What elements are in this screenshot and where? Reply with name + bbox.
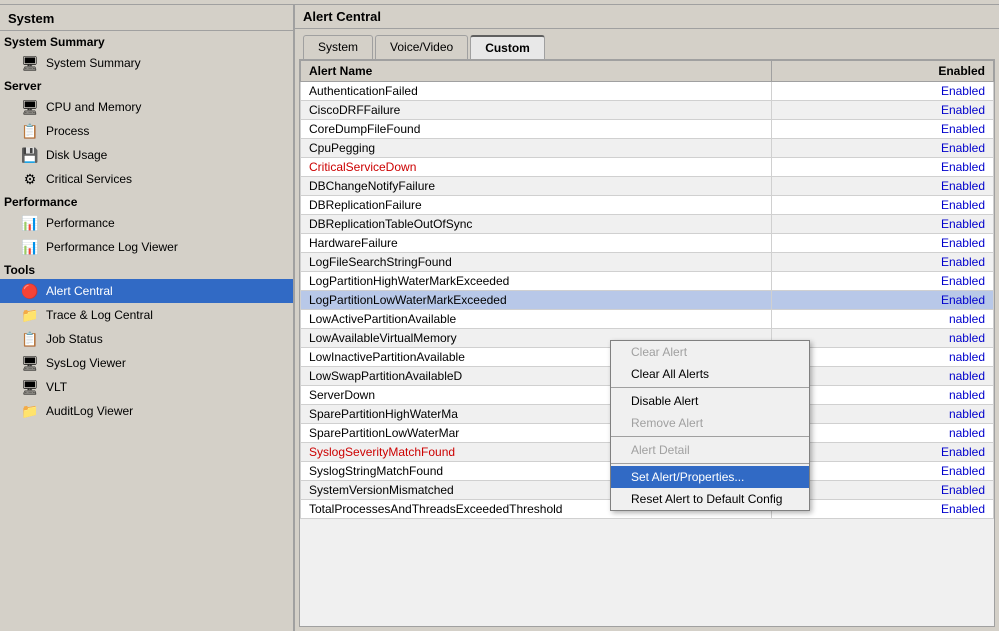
section-system-summary: System Summary [0, 31, 293, 51]
sidebar-item-disk-usage[interactable]: 💾 Disk Usage [0, 143, 293, 167]
tab-bar: System Voice/Video Custom [295, 29, 999, 59]
table-row-name: DBChangeNotifyFailure [301, 177, 772, 196]
context-menu-item-alert-detail: Alert Detail [611, 439, 809, 461]
table-row-name: LogFileSearchStringFound [301, 253, 772, 272]
process-icon: 📋 [20, 121, 40, 141]
tab-system[interactable]: System [303, 35, 373, 59]
table-row-name: CpuPegging [301, 139, 772, 158]
menu-separator [611, 463, 809, 464]
tab-custom[interactable]: Custom [470, 35, 545, 59]
sidebar-item-process[interactable]: 📋 Process [0, 119, 293, 143]
col-header-enabled: Enabled [772, 61, 994, 82]
sidebar-item-syslog[interactable]: 🖥 SysLog Viewer [0, 351, 293, 375]
section-tools: Tools [0, 259, 293, 279]
table-row-name: HardwareFailure [301, 234, 772, 253]
auditlog-icon: 📁 [20, 401, 40, 421]
alert-table-container: Alert Name Enabled AuthenticationFailedE… [299, 59, 995, 627]
section-server: Server [0, 75, 293, 95]
table-row-name: CriticalServiceDown [301, 158, 772, 177]
menu-separator [611, 436, 809, 437]
table-row-enabled: Enabled [772, 272, 994, 291]
table-row-name: AuthenticationFailed [301, 82, 772, 101]
sidebar-item-performance[interactable]: 📊 Performance [0, 211, 293, 235]
tab-voice-video[interactable]: Voice/Video [375, 35, 468, 59]
table-row-name: LowActivePartitionAvailable [301, 310, 772, 329]
col-header-alert-name: Alert Name [301, 61, 772, 82]
critical-icon: ⚙ [20, 169, 40, 189]
sidebar-item-alert-central[interactable]: 🔴 Alert Central [0, 279, 293, 303]
sidebar-item-performance-log[interactable]: 📊 Performance Log Viewer [0, 235, 293, 259]
menu-separator [611, 387, 809, 388]
table-row-enabled: Enabled [772, 82, 994, 101]
cpu-icon: 🖥 [20, 97, 40, 117]
alert-central-icon: 🔴 [20, 281, 40, 301]
table-row-enabled: Enabled [772, 234, 994, 253]
sidebar-item-system-summary[interactable]: 🖥 System Summary [0, 51, 293, 75]
monitor-icon: 🖥 [20, 53, 40, 73]
table-row-name: DBReplicationFailure [301, 196, 772, 215]
table-row-enabled: Enabled [772, 291, 994, 310]
sidebar-title: System [0, 7, 293, 31]
vlt-icon: 🖥 [20, 377, 40, 397]
table-row-name: CiscoDRFFailure [301, 101, 772, 120]
trace-log-icon: 📁 [20, 305, 40, 325]
table-row-enabled: Enabled [772, 196, 994, 215]
sidebar: System System Summary 🖥 System Summary S… [0, 5, 295, 631]
table-row-enabled: Enabled [772, 253, 994, 272]
table-row-name: LogPartitionLowWaterMarkExceeded [301, 291, 772, 310]
sidebar-item-vlt[interactable]: 🖥 VLT [0, 375, 293, 399]
context-menu-item-disable-alert[interactable]: Disable Alert [611, 390, 809, 412]
table-row-enabled: Enabled [772, 101, 994, 120]
table-row-enabled: Enabled [772, 120, 994, 139]
performance-icon: 📊 [20, 213, 40, 233]
table-row-enabled: Enabled [772, 215, 994, 234]
table-row-enabled: Enabled [772, 177, 994, 196]
context-menu-item-reset-alert[interactable]: Reset Alert to Default Config [611, 488, 809, 510]
context-menu: Clear AlertClear All Alerts Disable Alert… [610, 340, 810, 511]
disk-icon: 💾 [20, 145, 40, 165]
context-menu-item-remove-alert: Remove Alert [611, 412, 809, 434]
performance-log-icon: 📊 [20, 237, 40, 257]
table-row-enabled: nabled [772, 310, 994, 329]
context-menu-item-clear-all-alerts[interactable]: Clear All Alerts [611, 363, 809, 385]
syslog-icon: 🖥 [20, 353, 40, 373]
content-title: Alert Central [295, 5, 999, 29]
table-row-enabled: Enabled [772, 139, 994, 158]
table-row-name: LogPartitionHighWaterMarkExceeded [301, 272, 772, 291]
sidebar-item-trace-log[interactable]: 📁 Trace & Log Central [0, 303, 293, 327]
content-area: Alert Central System Voice/Video Custom … [295, 5, 999, 631]
table-row-name: CoreDumpFileFound [301, 120, 772, 139]
sidebar-item-critical-services[interactable]: ⚙ Critical Services [0, 167, 293, 191]
sidebar-item-job-status[interactable]: 📋 Job Status [0, 327, 293, 351]
table-row-name: DBReplicationTableOutOfSync [301, 215, 772, 234]
table-row-enabled: Enabled [772, 158, 994, 177]
context-menu-item-set-alert-properties[interactable]: Set Alert/Properties... [611, 466, 809, 488]
job-status-icon: 📋 [20, 329, 40, 349]
sidebar-item-cpu-memory[interactable]: 🖥 CPU and Memory [0, 95, 293, 119]
sidebar-item-auditlog[interactable]: 📁 AuditLog Viewer [0, 399, 293, 423]
context-menu-item-clear-alert: Clear Alert [611, 341, 809, 363]
section-performance: Performance [0, 191, 293, 211]
